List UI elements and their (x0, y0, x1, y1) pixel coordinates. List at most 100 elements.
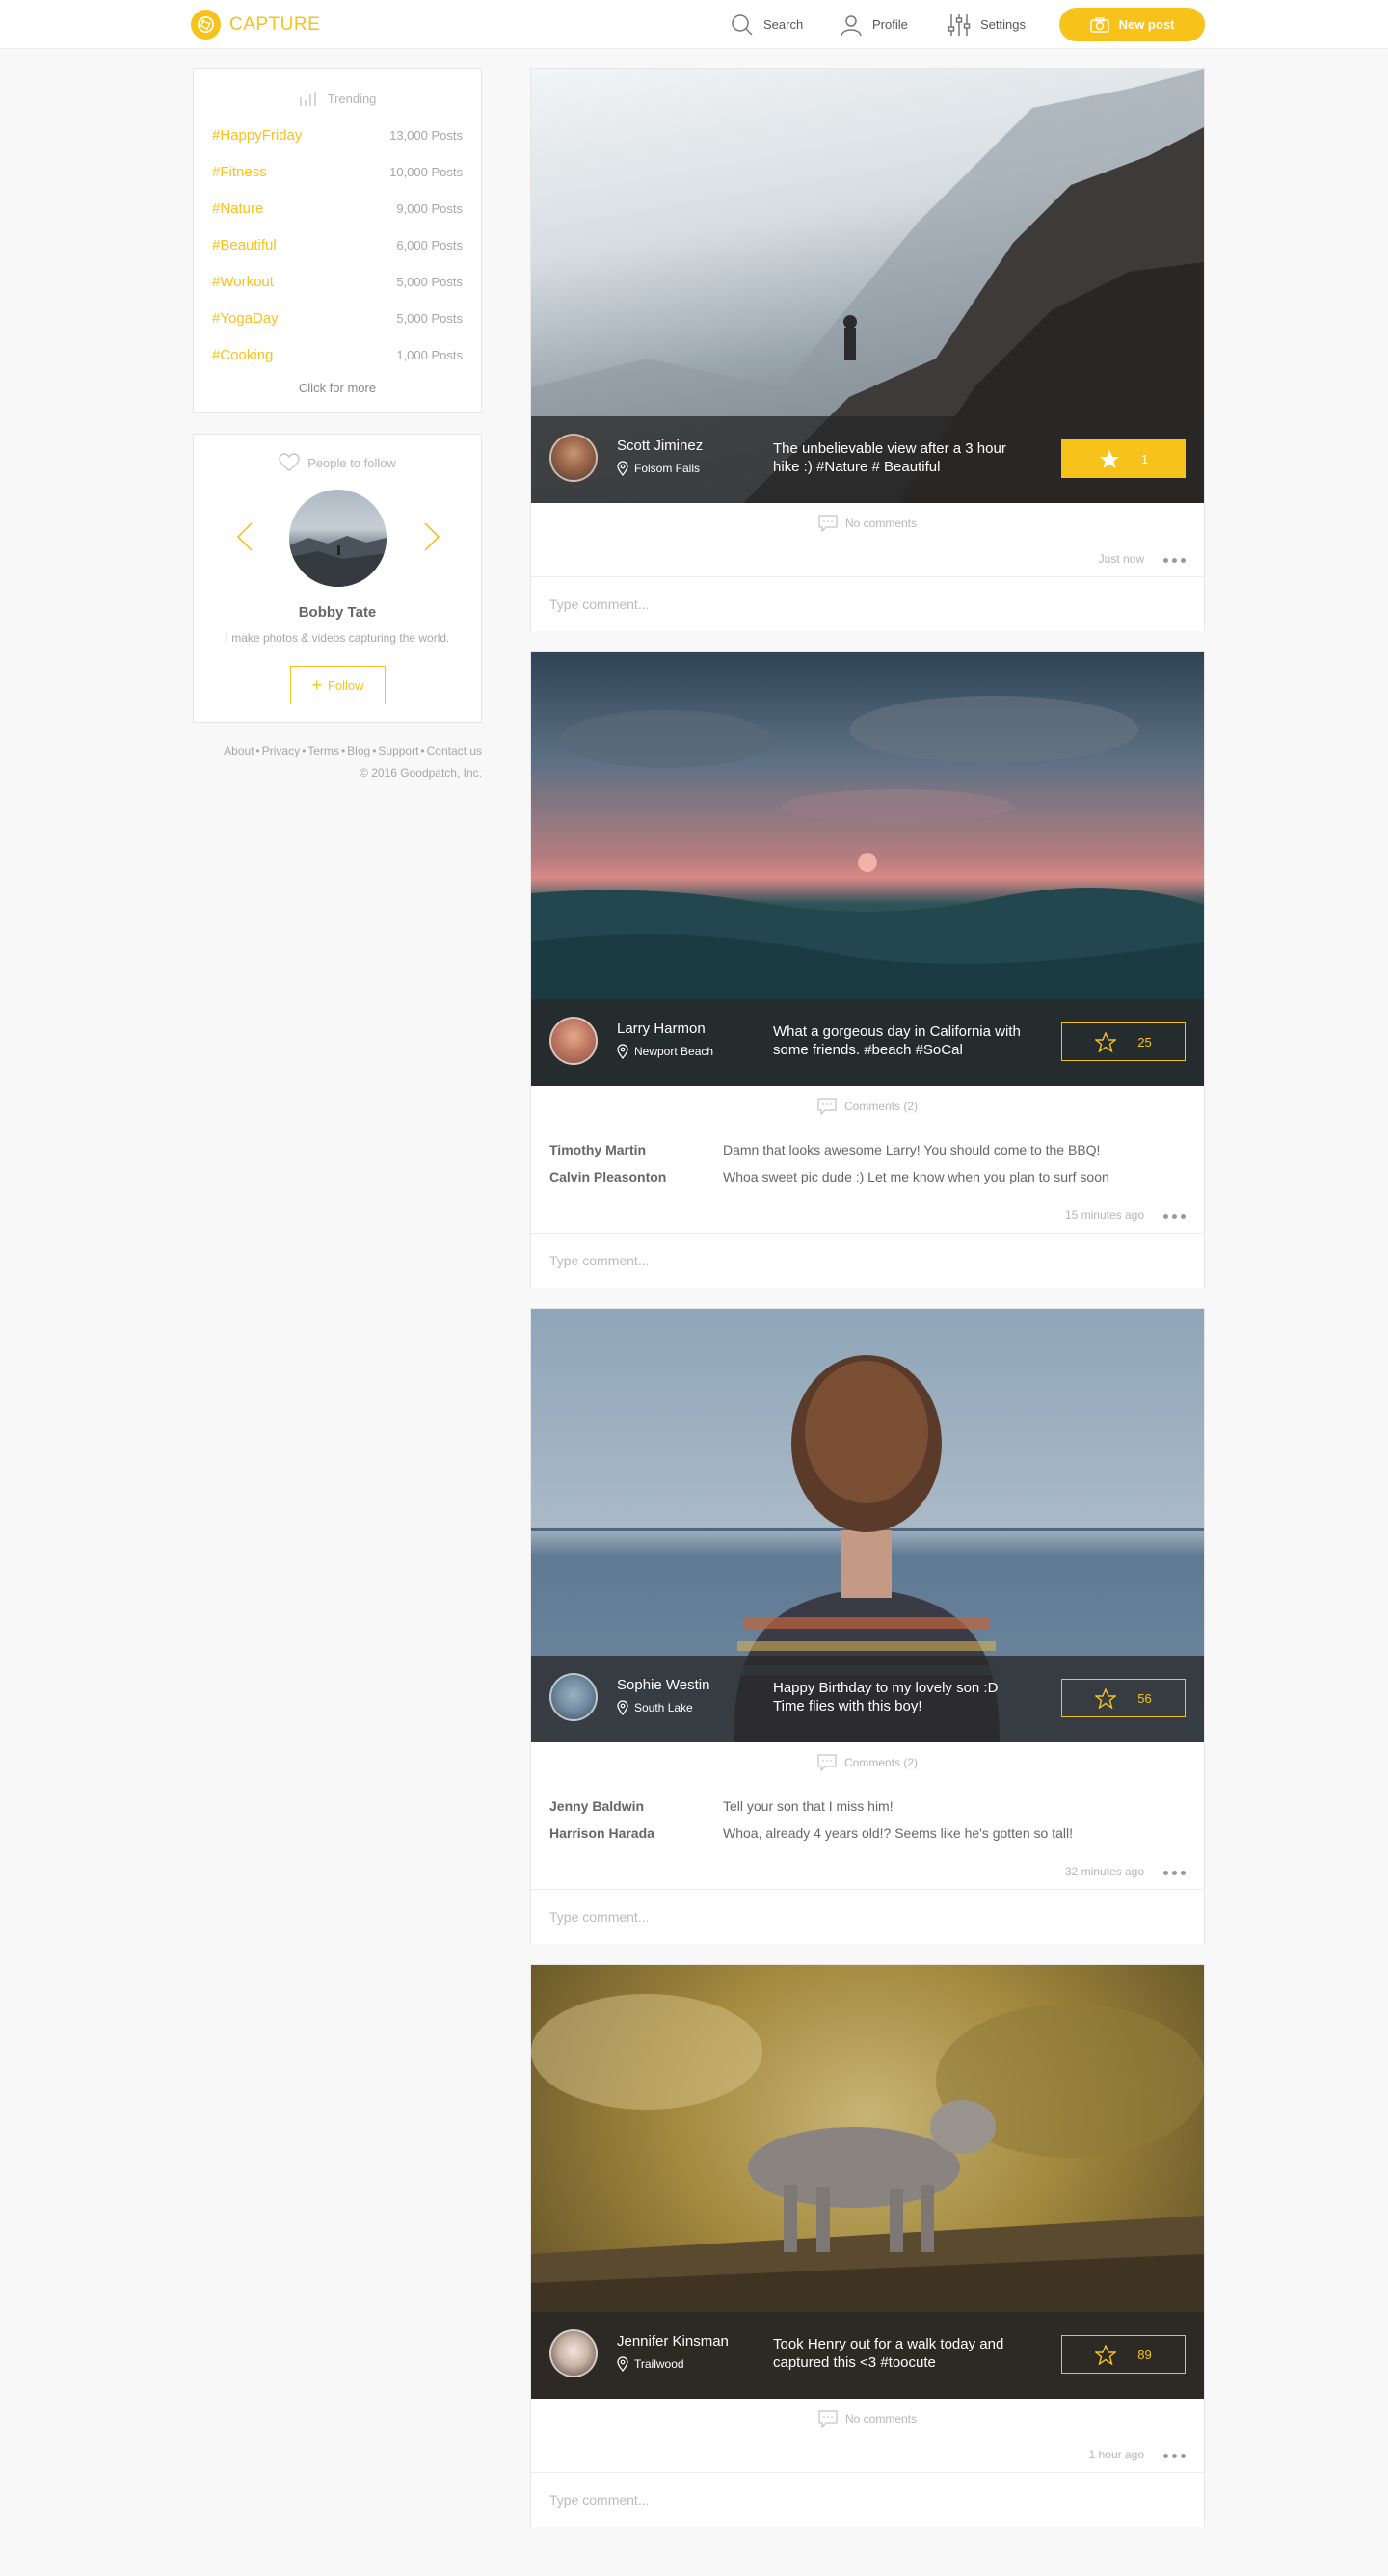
chevron-left-icon[interactable] (236, 521, 254, 552)
comment-icon (817, 1098, 837, 1115)
nav-profile[interactable]: Profile (840, 12, 908, 38)
follow-label: Follow (327, 677, 364, 693)
comment: Calvin Pleasonton Whoa sweet pic dude :)… (549, 1169, 1186, 1184)
trending-more-link[interactable]: Click for more (194, 381, 481, 395)
avatar[interactable] (549, 2329, 598, 2377)
trending-panel: Trending #HappyFriday 13,000 Posts #Fitne… (193, 68, 482, 413)
nav-settings[interactable]: Settings (948, 12, 1026, 38)
location-pin-icon (617, 1044, 628, 1059)
post-location-label: Folsom Falls (634, 462, 701, 475)
comments-header: Comments (2) (531, 1098, 1204, 1115)
more-options-icon[interactable] (1163, 1207, 1186, 1226)
comment-author[interactable]: Jenny Baldwin (549, 1798, 723, 1814)
post-caption: The unbelievable view after a 3 hour hik… (773, 440, 1006, 475)
follow-button[interactable]: + Follow (290, 666, 386, 704)
trending-tag[interactable]: #Nature (212, 200, 263, 217)
post-meta: 1 hour ago (531, 2446, 1204, 2465)
people-title: People to follow (307, 455, 396, 470)
suggested-user-bio: I make photos & videos capturing the wor… (225, 631, 450, 645)
logo[interactable]: CAPTURE (191, 10, 320, 40)
star-button[interactable]: 56 (1061, 1679, 1186, 1717)
post-photo[interactable]: Sophie Westin South Lake Happy Birthday … (531, 1309, 1204, 1742)
nav-search[interactable]: Search (731, 12, 803, 38)
nav-search-label: Search (763, 17, 804, 32)
trending-tag[interactable]: #Cooking (212, 347, 273, 363)
trending-tag[interactable]: #Fitness (212, 164, 267, 180)
post-author[interactable]: Jennifer Kinsman (617, 2333, 729, 2350)
top-bar: CAPTURE Search Profile Settings New post (0, 0, 1388, 49)
trending-tag[interactable]: #Workout (212, 274, 274, 290)
star-button[interactable]: 89 (1061, 2335, 1186, 2374)
more-options-icon[interactable] (1163, 2446, 1186, 2465)
trending-count: 13,000 Posts (389, 127, 463, 143)
trending-tag[interactable]: #Beautiful (212, 237, 277, 253)
camera-icon (1089, 16, 1109, 33)
nav-settings-label: Settings (980, 17, 1026, 32)
avatar[interactable] (549, 1017, 598, 1065)
chevron-right-icon[interactable] (423, 521, 440, 552)
more-options-icon[interactable] (1163, 1863, 1186, 1882)
trending-count: 10,000 Posts (389, 164, 463, 179)
comment-text: Tell your son that I miss him! (723, 1798, 894, 1814)
comments-count: Comments (2) (843, 1756, 918, 1769)
footer-link-privacy[interactable]: Privacy (262, 744, 300, 757)
comment-input[interactable] (531, 576, 1204, 631)
footer-link-terms[interactable]: Terms (307, 744, 339, 757)
post-location-label: Newport Beach (634, 1045, 714, 1058)
post-location: Newport Beach (617, 1044, 713, 1059)
star-icon (1095, 2344, 1117, 2365)
comments-count: No comments (844, 2412, 918, 2426)
comments-header: No comments (531, 2410, 1204, 2428)
post-photo[interactable]: Jennifer Kinsman Trailwood Took Henry ou… (531, 1965, 1204, 2399)
comment-input[interactable] (531, 1233, 1204, 1288)
trending-tag[interactable]: #YogaDay (212, 310, 279, 327)
more-options-icon[interactable] (1163, 550, 1186, 570)
footer-link-about[interactable]: About (224, 744, 254, 757)
people-header: People to follow (194, 452, 481, 473)
sliders-icon (948, 13, 971, 36)
footer-link-blog[interactable]: Blog (347, 744, 370, 757)
brand-name: CAPTURE (229, 13, 321, 35)
camera-aperture-icon (191, 10, 221, 40)
location-pin-icon (617, 2356, 628, 2372)
footer: About • Privacy • Terms • Blog • Support • Contact… (193, 740, 482, 784)
comment-text: Whoa, already 4 years old!? Seems like h… (723, 1825, 1073, 1841)
new-post-label: New post (1118, 17, 1175, 32)
post-author[interactable]: Sophie Westin (617, 1677, 709, 1693)
comment: Jenny Baldwin Tell your son that I miss … (549, 1798, 1186, 1814)
nav-profile-label: Profile (872, 17, 908, 32)
star-button[interactable]: 25 (1061, 1022, 1186, 1061)
avatar[interactable] (549, 1673, 598, 1721)
comment: Harrison Harada Whoa, already 4 years ol… (549, 1825, 1186, 1841)
star-button[interactable]: 1 (1061, 439, 1186, 478)
trending-count: 6,000 Posts (396, 237, 463, 252)
bar-chart-icon (299, 92, 316, 106)
comment-input[interactable] (531, 2472, 1204, 2527)
star-icon (1095, 1031, 1117, 1052)
comment-icon (817, 1754, 837, 1771)
trending-tag[interactable]: #HappyFriday (212, 127, 302, 144)
comment-author[interactable]: Calvin Pleasonton (549, 1169, 723, 1184)
post-photo[interactable]: Scott Jiminez Folsom Falls The unbelieva… (531, 69, 1204, 503)
avatar[interactable] (549, 434, 598, 482)
star-icon (1095, 1687, 1117, 1709)
comments-header: Comments (2) (531, 1754, 1204, 1771)
footer-link-contact[interactable]: Contact us (427, 744, 482, 757)
post-card: Sophie Westin South Lake Happy Birthday … (530, 1308, 1205, 1944)
comment-author[interactable]: Timothy Martin (549, 1142, 723, 1157)
post-meta: Just now (531, 550, 1204, 570)
trending-item: #Cooking 1,000 Posts (194, 336, 481, 373)
post-location: Folsom Falls (617, 461, 700, 476)
post-photo[interactable]: Larry Harmon Newport Beach What a gorgeo… (531, 652, 1204, 1086)
new-post-button[interactable]: New post (1059, 8, 1205, 41)
post-author[interactable]: Larry Harmon (617, 1021, 706, 1037)
comment-input[interactable] (531, 1889, 1204, 1944)
trending-count: 1,000 Posts (396, 347, 463, 362)
comments-count: Comments (2) (843, 1100, 918, 1113)
comment-author[interactable]: Harrison Harada (549, 1825, 723, 1841)
post-card: Jennifer Kinsman Trailwood Took Henry ou… (530, 1964, 1205, 2527)
post-author[interactable]: Scott Jiminez (617, 438, 703, 454)
avatar[interactable] (289, 490, 387, 587)
comments-count: No comments (844, 517, 918, 530)
footer-link-support[interactable]: Support (378, 744, 418, 757)
